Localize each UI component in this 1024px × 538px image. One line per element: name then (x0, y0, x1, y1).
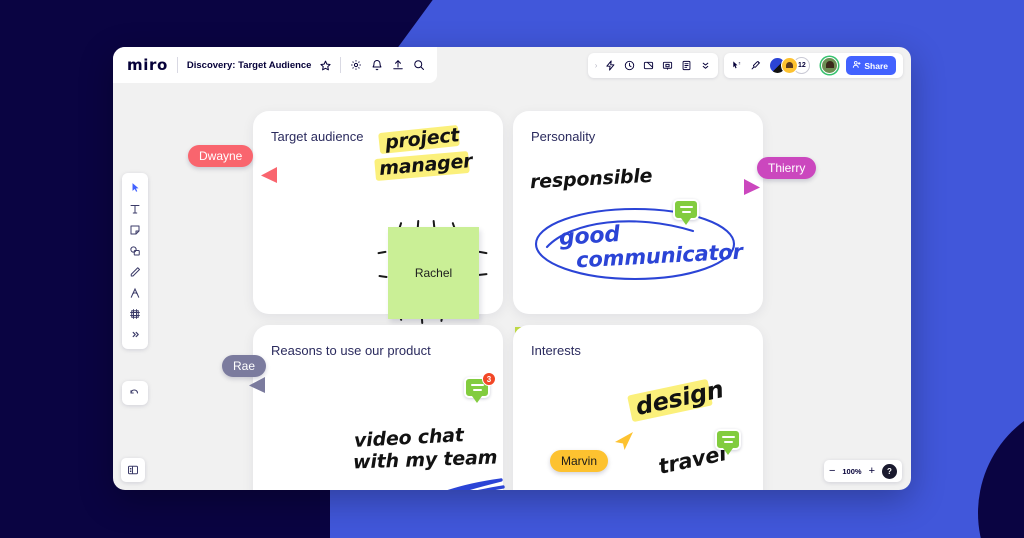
card-title: Reasons to use our product (271, 343, 431, 358)
notifications-bell-icon[interactable] (371, 59, 383, 71)
zoom-controls: − 100% + ? (823, 460, 902, 482)
frame-tool[interactable] (125, 304, 145, 323)
card-title: Personality (531, 129, 596, 144)
handwriting-design: design (633, 375, 726, 421)
left-toolbar (122, 173, 148, 349)
cursor-share-icon[interactable] (731, 60, 742, 71)
presentation-icon[interactable] (662, 60, 673, 71)
card-target-audience[interactable]: Target audience Rachel project manager S… (253, 111, 593, 406)
header-divider (176, 57, 178, 73)
handwriting-responsible: responsible (529, 164, 653, 194)
undo-button[interactable] (122, 381, 148, 405)
sticky-note-tool[interactable] (125, 220, 145, 239)
header-right-group: › 12 Share (587, 53, 903, 78)
notes-icon[interactable] (681, 60, 692, 71)
collaborator-avatars[interactable]: 12 (769, 57, 811, 74)
miro-logo[interactable]: miro (127, 56, 168, 74)
underline-scribble (447, 478, 505, 490)
avatar-current-user[interactable] (821, 57, 839, 74)
board-title[interactable]: Discovery: Target Audience (187, 60, 312, 71)
cursor-label-marvin: Marvin (550, 450, 609, 472)
miro-app-window: miro Discovery: Target Audience › 12 Sha… (113, 47, 911, 490)
pen-tool[interactable] (125, 262, 145, 281)
search-icon[interactable] (413, 59, 425, 71)
card-personality[interactable]: Personality responsible good communicato… (513, 111, 763, 314)
lightning-bolt-icon[interactable] (605, 60, 616, 71)
help-button[interactable]: ? (882, 463, 897, 479)
panel-toggle-button[interactable] (121, 458, 145, 482)
star-icon[interactable] (320, 60, 332, 71)
comment-bubble-personality[interactable] (673, 199, 699, 225)
reactions-icon[interactable] (750, 60, 761, 71)
chevron-right-icon[interactable]: › (595, 61, 598, 70)
header-left-group: miro Discovery: Target Audience (113, 47, 438, 83)
cursor-label-dwayne: Dwayne (188, 145, 254, 167)
handwriting-manager: manager (378, 149, 474, 181)
header-divider-2 (340, 57, 342, 73)
timer-icon[interactable] (624, 60, 635, 71)
comment-bubble-reasons[interactable]: 3 (464, 372, 496, 403)
zoom-out-button[interactable]: − (829, 465, 835, 477)
text-tool[interactable] (125, 199, 145, 218)
more-tools[interactable] (125, 325, 145, 344)
cursor-label-rae: Rae (222, 355, 267, 377)
settings-gear-icon[interactable] (350, 59, 362, 71)
comment-count-badge: 3 (482, 372, 496, 386)
zoom-level-value: 100% (842, 466, 862, 476)
video-chat-icon[interactable] (643, 60, 654, 71)
upload-icon[interactable] (392, 59, 404, 71)
more-options-icon[interactable] (700, 60, 711, 71)
card-reasons[interactable]: Reasons to use our product Collaboration… (253, 325, 505, 490)
cursor-label-thierry: Thierry (757, 157, 817, 179)
card-title: Interests (531, 343, 581, 358)
sticky-note-rachel[interactable]: Rachel (388, 227, 479, 319)
connector-tool[interactable] (125, 283, 145, 302)
share-button-label: Share (864, 60, 888, 71)
share-button[interactable]: Share (846, 56, 896, 75)
handwriting-project: project (384, 124, 461, 154)
card-title: Target audience (271, 129, 364, 144)
select-tool[interactable] (125, 178, 145, 197)
header-collab-group: 12 Share (724, 53, 903, 78)
zoom-in-button[interactable]: + (869, 465, 875, 477)
header-tools-group: › (587, 53, 719, 78)
comment-bubble-interests[interactable] (715, 429, 741, 455)
handwriting-with-my-team: with my team (352, 446, 498, 474)
shapes-tool[interactable] (125, 241, 145, 260)
person-add-icon (852, 60, 861, 71)
